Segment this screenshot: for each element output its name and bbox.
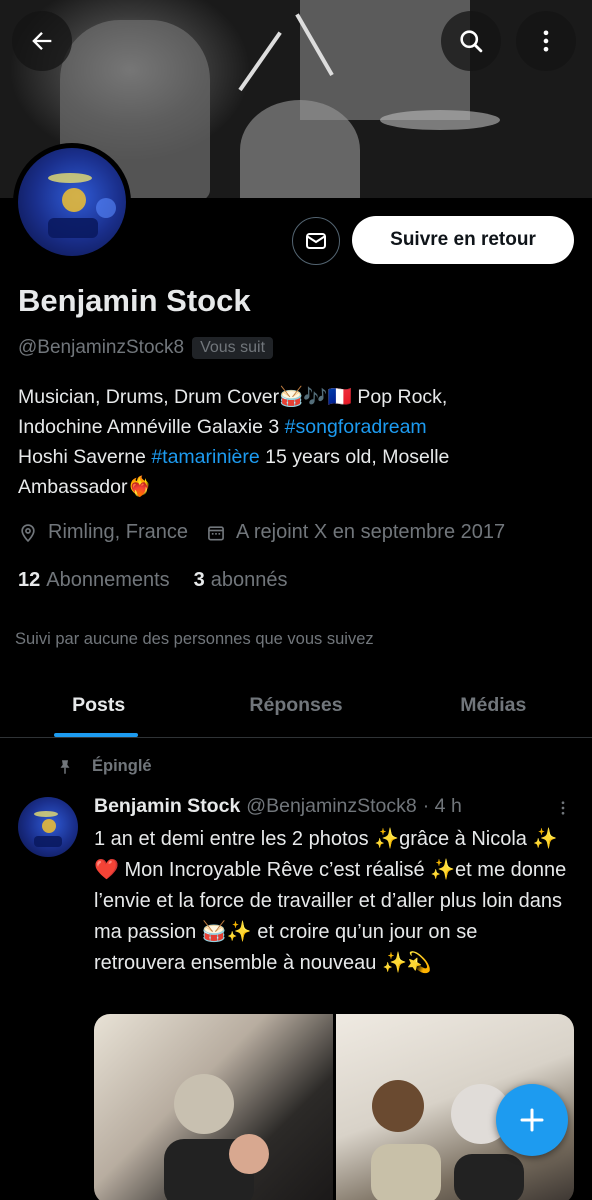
compose-post-button[interactable] xyxy=(496,1084,568,1156)
hashtag-link[interactable]: #tamarinière xyxy=(151,446,259,468)
followers-label: abonnés xyxy=(210,569,288,591)
tweet-author-handle[interactable]: @BenjaminzStock8 xyxy=(246,795,416,818)
profile-handle: @BenjaminzStock8 xyxy=(18,337,185,358)
envelope-icon xyxy=(306,233,326,249)
tweet-photo[interactable] xyxy=(94,1014,333,1200)
bio-line: Indochine Amnéville Galaxie 3 #songforad… xyxy=(18,412,578,442)
followers-count: 3 xyxy=(193,569,205,591)
pinned-label: Épinglé xyxy=(92,757,152,775)
join-date: A rejoint X en septembre 2017 xyxy=(206,521,505,544)
more-options-button[interactable] xyxy=(516,11,576,71)
search-icon xyxy=(460,30,483,53)
following-label: Abonnements xyxy=(46,569,170,591)
following-link[interactable]: 12 Abonnements xyxy=(18,569,170,592)
plus-icon xyxy=(520,1108,544,1132)
profile-tabs: Posts Réponses Médias xyxy=(0,674,592,738)
tweet-header: Benjamin Stock @BenjaminzStock8 · 4 h xyxy=(94,795,462,818)
banner-drummer-decor xyxy=(240,100,360,198)
location-pin-icon xyxy=(21,523,35,542)
bio-line: Musician, Drums, Drum Cover🥁🎶🇫🇷 Pop Rock… xyxy=(18,386,448,408)
profile-meta: Rimling, France A rejoint X en septembre… xyxy=(18,521,523,544)
arrow-left-icon xyxy=(32,32,52,50)
hashtag-link[interactable]: #songforadream xyxy=(285,416,427,438)
more-vertical-icon xyxy=(561,801,565,815)
profile-avatar[interactable] xyxy=(13,143,131,261)
following-count: 12 xyxy=(18,569,41,591)
tweet-author-name[interactable]: Benjamin Stock xyxy=(94,795,240,818)
back-button[interactable] xyxy=(12,11,72,71)
tweet-time: · 4 h xyxy=(422,795,462,817)
calendar-icon xyxy=(208,525,224,540)
tweet-text: 1 an et demi entre les 2 photos ✨grâce à… xyxy=(94,828,567,974)
bio-line: Ambassador❤️‍🔥 xyxy=(18,476,152,498)
bio-text: 15 years old, Moselle xyxy=(259,446,450,468)
tab-media[interactable]: Médias xyxy=(395,674,592,737)
location-text: Rimling, France xyxy=(48,521,189,543)
search-button[interactable] xyxy=(441,11,501,71)
tweet-more-button[interactable] xyxy=(554,797,572,825)
banner-cymbal-decor xyxy=(380,110,500,130)
tweet-avatar[interactable] xyxy=(18,797,78,857)
follow-back-button[interactable]: Suivre en retour xyxy=(352,216,574,264)
banner-drumstick-decor xyxy=(238,31,282,92)
handle-row: @BenjaminzStock8 Vous suit xyxy=(18,337,274,359)
profile-bio: Musician, Drums, Drum Cover🥁🎶🇫🇷 Pop Rock… xyxy=(18,382,578,502)
bio-line: Hoshi Saverne #tamarinière 15 years old,… xyxy=(18,442,578,472)
pinned-indicator: Épinglé xyxy=(56,757,152,776)
tab-posts[interactable]: Posts xyxy=(0,674,197,737)
follows-you-badge: Vous suit xyxy=(192,337,274,359)
more-vertical-icon xyxy=(543,30,549,52)
join-date-text: A rejoint X en septembre 2017 xyxy=(236,521,506,543)
message-button[interactable] xyxy=(292,217,340,265)
follow-counts: 12 Abonnements 3 abonnés xyxy=(18,569,288,592)
avatar-image xyxy=(18,148,126,256)
followed-by-text: Suivi par aucune des personnes que vous … xyxy=(15,630,374,648)
location: Rimling, France xyxy=(18,521,188,544)
bio-text: Indochine Amnéville Galaxie 3 xyxy=(18,416,285,438)
profile-name: Benjamin Stock xyxy=(18,283,251,318)
pin-icon xyxy=(60,759,70,774)
tab-replies[interactable]: Réponses xyxy=(197,674,394,737)
followers-link[interactable]: 3 abonnés xyxy=(194,569,288,592)
bio-text: Hoshi Saverne xyxy=(18,446,152,468)
